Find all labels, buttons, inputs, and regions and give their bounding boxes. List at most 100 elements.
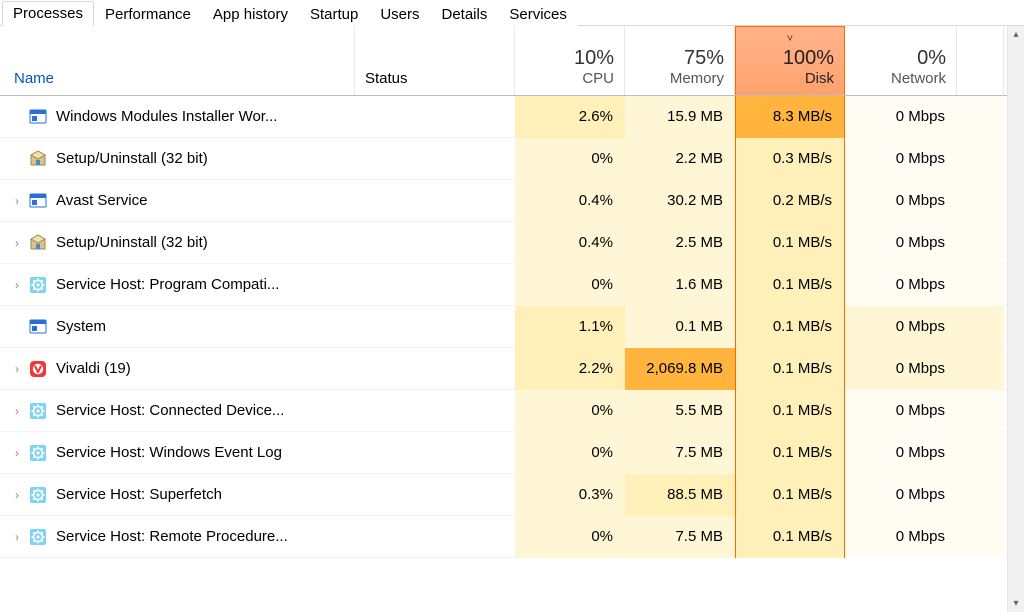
gear-icon [28,275,48,295]
process-cpu-cell: 0% [515,390,625,432]
tab-startup[interactable]: Startup [299,2,369,26]
row-spacer [957,264,1004,306]
table-row[interactable]: ›Windows Modules Installer Wor... 2.6%15.… [0,96,1007,138]
table-row[interactable]: ›Avast Service0.4%30.2 MB0.2 MB/s0 Mbps [0,180,1007,222]
column-header-network[interactable]: 0% Network [845,26,957,95]
process-network-cell: 0 Mbps [845,306,957,348]
column-label: Network [851,70,946,87]
table-row[interactable]: › Vivaldi (19) 2.2%2,069.8 MB0.1 MB/s0 Mbp… [0,348,1007,390]
process-name-cell[interactable]: ›Service Host: Superfetch [0,474,355,516]
process-cpu-cell: 2.6% [515,96,625,138]
process-label: Service Host: Program Compati... [56,276,279,293]
process-disk-cell: 8.3 MB/s [735,96,845,138]
vertical-scrollbar[interactable]: ▴ ▾ [1007,26,1024,612]
process-label: Vivaldi (19) [56,360,131,377]
process-status-cell [355,306,515,348]
process-cpu-cell: 0.4% [515,180,625,222]
tab-performance[interactable]: Performance [94,2,202,26]
process-name-cell[interactable]: › Service Host: Remote Procedure... [0,516,355,558]
process-status-cell [355,138,515,180]
process-label: Service Host: Remote Procedure... [56,528,288,545]
expand-arrow-icon[interactable]: › [10,530,24,544]
process-disk-cell: 0.1 MB/s [735,348,845,390]
process-memory-cell: 2.2 MB [625,138,735,180]
tab-app-history[interactable]: App history [202,2,299,26]
row-spacer [957,306,1004,348]
row-spacer [957,390,1004,432]
process-status-cell [355,222,515,264]
process-disk-cell: 0.1 MB/s [735,306,845,348]
process-cpu-cell: 0.3% [515,474,625,516]
process-cpu-cell: 0% [515,138,625,180]
process-name-cell[interactable]: ›Windows Modules Installer Wor... [0,96,355,138]
column-label: Memory [631,70,724,87]
table-row[interactable]: ›Setup/Uninstall (32 bit)0%2.2 MB0.3 MB/… [0,138,1007,180]
table-row[interactable]: ›Setup/Uninstall (32 bit)0.4%2.5 MB0.1 M… [0,222,1007,264]
column-label: CPU [521,70,614,87]
process-disk-cell: 0.1 MB/s [735,432,845,474]
row-spacer [957,180,1004,222]
tab-processes[interactable]: Processes [2,1,94,26]
tab-details[interactable]: Details [431,2,499,26]
process-memory-cell: 15.9 MB [625,96,735,138]
table-row[interactable]: ›Service Host: Remote Procedure...0%7.5 … [0,516,1007,558]
gear-icon [28,401,48,421]
expand-arrow-icon[interactable]: › [10,194,24,208]
process-network-cell: 0 Mbps [845,264,957,306]
tab-services[interactable]: Services [498,2,578,26]
tabs-bar: ProcessesPerformanceApp historyStartupUs… [0,0,1024,26]
process-cpu-cell: 2.2% [515,348,625,390]
expand-arrow-icon[interactable]: › [10,488,24,502]
column-header-disk[interactable]: ˅ 100% Disk [735,26,845,95]
row-spacer [957,474,1004,516]
process-cpu-cell: 0.4% [515,222,625,264]
process-memory-cell: 5.5 MB [625,390,735,432]
column-label: Status [365,70,504,87]
process-memory-cell: 2,069.8 MB [625,348,735,390]
expand-arrow-icon[interactable]: › [10,362,24,376]
process-name-cell[interactable]: ›Avast Service [0,180,355,222]
process-status-cell [355,96,515,138]
process-label: System [56,318,106,335]
expand-arrow-icon[interactable]: › [10,404,24,418]
process-network-cell: 0 Mbps [845,348,957,390]
process-name-cell[interactable]: › Service Host: Program Compati... [0,264,355,306]
row-spacer [957,138,1004,180]
process-status-cell [355,348,515,390]
disk-usage-pct: 100% [742,47,834,70]
row-spacer [957,222,1004,264]
column-header-status[interactable]: Status [355,26,515,95]
scroll-down-button[interactable]: ▾ [1008,595,1024,612]
table-row[interactable]: ›Service Host: Superfetch0.3%88.5 MB0.1 … [0,474,1007,516]
process-network-cell: 0 Mbps [845,222,957,264]
column-header-memory[interactable]: 75% Memory [625,26,735,95]
process-name-cell[interactable]: ›Setup/Uninstall (32 bit) [0,138,355,180]
table-row[interactable]: ›System1.1%0.1 MB0.1 MB/s0 Mbps [0,306,1007,348]
expand-arrow-icon[interactable]: › [10,446,24,460]
vivaldi-icon [28,359,48,379]
scroll-up-button[interactable]: ▴ [1008,26,1024,43]
process-name-cell[interactable]: › Vivaldi (19) [0,348,355,390]
expand-arrow-icon[interactable]: › [10,278,24,292]
table-row[interactable]: ›Service Host: Connected Device... 0%5.5 … [0,390,1007,432]
process-name-cell[interactable]: › Service Host: Windows Event Log [0,432,355,474]
process-label: Service Host: Windows Event Log [56,444,282,461]
process-memory-cell: 7.5 MB [625,432,735,474]
process-name-cell[interactable]: ›Service Host: Connected Device... [0,390,355,432]
row-spacer [957,432,1004,474]
column-header-cpu[interactable]: 10% CPU [515,26,625,95]
table-row[interactable]: ›Service Host: Windows Event Log0%7.5 MB… [0,432,1007,474]
process-memory-cell: 88.5 MB [625,474,735,516]
column-header-name[interactable]: Name [0,26,355,95]
memory-usage-pct: 75% [631,47,724,70]
scroll-track[interactable] [1008,43,1024,595]
cpu-usage-pct: 10% [521,47,614,70]
process-label: Setup/Uninstall (32 bit) [56,150,208,167]
expand-arrow-icon[interactable]: › [10,236,24,250]
process-name-cell[interactable]: ›System [0,306,355,348]
tab-users[interactable]: Users [369,2,430,26]
process-network-cell: 0 Mbps [845,138,957,180]
column-label: Disk [742,70,834,87]
process-name-cell[interactable]: ›Setup/Uninstall (32 bit) [0,222,355,264]
table-row[interactable]: ›Service Host: Program Compati...0%1.6 M… [0,264,1007,306]
